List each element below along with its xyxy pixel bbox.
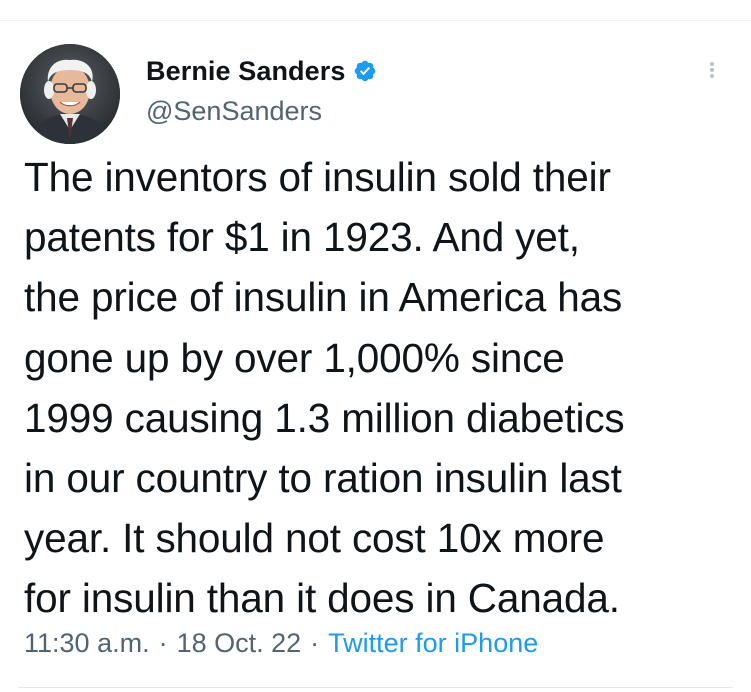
- tweet-text: The inventors of insulin sold their pate…: [24, 147, 744, 629]
- avatar[interactable]: [20, 44, 120, 144]
- author-name-row: Bernie Sanders: [146, 52, 377, 90]
- top-divider: [0, 20, 751, 21]
- tweet-text-line: in our country to ration insulin last: [24, 455, 622, 502]
- tweet-text-line: patents for $1 in 1923. And yet,: [24, 214, 580, 261]
- tweet-text-line: gone up by over 1,000% since: [24, 334, 565, 381]
- more-options-icon[interactable]: [700, 56, 724, 90]
- tweet-time[interactable]: 11:30 a.m.: [24, 628, 150, 659]
- author-display-name[interactable]: Bernie Sanders: [146, 56, 345, 87]
- meta-separator: ·: [310, 628, 320, 658]
- tweet-text-line: for insulin than it does in Canada.: [24, 575, 620, 622]
- tweet-text-line: 1999 causing 1.3 million diabetics: [24, 394, 625, 441]
- tweet-text-line: the price of insulin in America has: [24, 274, 623, 321]
- tweet-text-line: The inventors of insulin sold their: [24, 154, 611, 200]
- more-dot: [710, 74, 714, 78]
- more-dot: [710, 68, 714, 72]
- tweet-text-line: year. It should not cost 10x more: [24, 515, 605, 562]
- tweet-meta: 11:30 a.m. · 18 Oct. 22 · Twitter for iP…: [24, 628, 538, 659]
- meta-separator: ·: [158, 628, 168, 658]
- bottom-divider: [18, 687, 733, 688]
- avatar-photo-icon: [20, 44, 120, 144]
- tweet-source-link[interactable]: Twitter for iPhone: [328, 628, 538, 659]
- author-handle[interactable]: @SenSanders: [146, 96, 322, 127]
- tweet-date[interactable]: 18 Oct. 22: [177, 628, 302, 659]
- more-dot: [710, 62, 714, 66]
- verified-badge-icon: [353, 59, 377, 83]
